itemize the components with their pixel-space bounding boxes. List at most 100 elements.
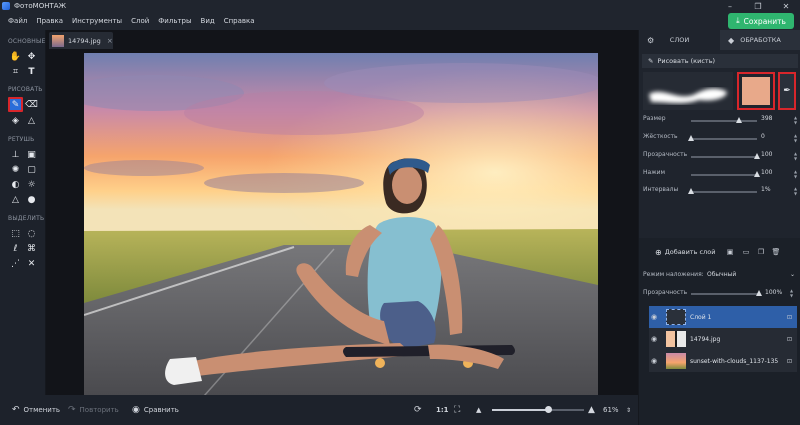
param-stepper[interactable]: ▲ ▼ [794, 186, 797, 196]
menu-view[interactable]: Вид [200, 17, 216, 25]
param-stepper[interactable]: ▲ ▼ [794, 151, 797, 161]
fit-screen-icon: ⛶ [454, 405, 461, 415]
zoom-stepper[interactable]: ⇕ [626, 403, 631, 417]
ellipse-select-icon[interactable]: ◌ [25, 227, 38, 240]
add-layer-label: Добавить слой [664, 248, 716, 256]
actual-size-button[interactable]: 1:1 [436, 403, 449, 417]
sun-tool-icon[interactable]: ☼ [25, 178, 38, 191]
param-value[interactable]: 1% [761, 186, 791, 197]
param-value[interactable]: 100 [761, 169, 791, 180]
param-slider-knob[interactable] [688, 135, 694, 141]
param-slider-knob[interactable] [735, 117, 742, 123]
lock-icon[interactable]: ⊡ [787, 336, 797, 343]
compare-button[interactable]: ◉ Сравнить [132, 403, 179, 417]
magic-wand-icon[interactable]: ✕ [25, 257, 38, 270]
menu-layer[interactable]: Слой [130, 17, 150, 25]
layer-row[interactable]: ◉ Слой 1 ⊡ [649, 306, 797, 328]
photo-canvas[interactable] [84, 53, 598, 396]
maximize-button[interactable]: ❐ [744, 0, 772, 12]
param-value[interactable]: 100 [761, 151, 791, 162]
shapes-tool-icon[interactable]: △ [25, 114, 38, 127]
eraser-tool-icon[interactable]: ⌫ [25, 98, 38, 111]
lock-icon[interactable]: ⊡ [787, 358, 797, 365]
param-slider[interactable] [688, 135, 757, 141]
param-slider-knob[interactable] [688, 188, 694, 194]
layer-row[interactable]: ◉ sunset-with-clouds_1137-135 ⊡ [649, 350, 797, 372]
folder-icon[interactable]: ▭ [741, 247, 751, 257]
brush-preview [643, 72, 733, 110]
redo-button[interactable]: ↷ Повторить [68, 403, 119, 417]
healing-tool-icon[interactable]: ▢ [25, 163, 38, 176]
rotate-button[interactable]: ⟳ [414, 403, 426, 417]
minimize-button[interactable]: – [716, 0, 744, 12]
zoom-slider-knob[interactable] [544, 406, 552, 413]
layer-row[interactable]: ◉ 14794.jpg ⊡ [649, 328, 797, 350]
eyedropper-button[interactable]: ✒ [778, 72, 796, 110]
param-label: Нажим [643, 169, 666, 176]
text-tool-icon[interactable]: T [25, 65, 38, 78]
menu-help[interactable]: Справка [223, 17, 256, 25]
tab-processing[interactable]: ◆ ОБРАБОТКА [720, 30, 800, 50]
menu-edit[interactable]: Правка [35, 17, 64, 25]
zoom-in-icon[interactable]: ▲ [588, 403, 595, 417]
param-slider-knob[interactable] [754, 153, 760, 159]
trash-icon[interactable]: 🗑 [771, 247, 781, 257]
save-button[interactable]: ⤓ Сохранить [728, 13, 794, 29]
param-stepper[interactable]: ▲ ▼ [794, 133, 797, 143]
param-slider[interactable] [691, 153, 760, 159]
menu-filters[interactable]: Фильтры [157, 17, 192, 25]
document-name: 14794.jpg [68, 36, 101, 45]
fit-screen-button[interactable]: ⛶ [454, 403, 464, 417]
plus-circle-icon: ⊕ [655, 247, 662, 257]
close-tab-icon[interactable]: × [107, 37, 113, 45]
menu-tools[interactable]: Инструменты [71, 17, 123, 25]
close-button[interactable]: ✕ [772, 0, 800, 12]
zoom-slider[interactable] [492, 406, 584, 413]
duplicate-icon[interactable]: ❐ [756, 247, 766, 257]
zoom-out-icon[interactable]: ▲ [476, 403, 481, 417]
patch-tool-icon[interactable]: ▣ [25, 148, 38, 161]
tab-layers[interactable]: ⚙ СЛОИ [639, 30, 720, 50]
drop-tool-icon[interactable]: ● [25, 193, 38, 206]
brush-tool-icon[interactable]: ✎ [8, 97, 23, 112]
brush-color-swatch[interactable] [737, 72, 775, 110]
undo-button[interactable]: ↶ Отменить [12, 403, 60, 417]
blend-mode-select[interactable]: Обычный ⌄ [705, 268, 797, 280]
stamp-tool-icon[interactable]: ⊥ [9, 148, 22, 161]
hand-tool-icon[interactable]: ✋ [9, 50, 22, 63]
crop-tool-icon[interactable]: ⌗ [9, 65, 22, 78]
sharpen-tool-icon[interactable]: △ [9, 193, 22, 206]
dodge-tool-icon[interactable]: ◐ [9, 178, 22, 191]
rect-select-icon[interactable]: ⬚ [9, 227, 22, 240]
image-layer-icon[interactable]: ▣ [725, 247, 735, 257]
lock-icon[interactable]: ⊡ [787, 314, 797, 321]
move-tool-icon[interactable]: ✥ [25, 50, 38, 63]
tab-processing-label: ОБРАБОТКА [740, 36, 781, 44]
param-slider[interactable] [691, 117, 757, 123]
document-tab[interactable]: 14794.jpg × [49, 32, 113, 49]
eye-icon[interactable]: ◉ [651, 335, 665, 343]
magic-select-icon[interactable]: ⋰ [9, 257, 22, 270]
param-label: Прозрачность [643, 151, 688, 158]
param-slider[interactable] [688, 188, 757, 194]
lasso-tool-icon[interactable]: ℓ [9, 242, 22, 255]
menu-bar: Файл Правка Инструменты Слой Фильтры Вид… [0, 12, 800, 30]
fill-tool-icon[interactable]: ◈ [9, 114, 22, 127]
eye-icon[interactable]: ◉ [651, 357, 665, 365]
add-layer-button[interactable]: ⊕ Добавить слой [655, 246, 715, 258]
layer-thumbnail [666, 331, 686, 347]
param-value[interactable]: 0 [761, 133, 791, 144]
polygon-lasso-icon[interactable]: ⌘ [25, 242, 38, 255]
layer-opacity-stepper[interactable]: ▲ ▼ [790, 288, 793, 298]
layer-opacity-label: Прозрачность [643, 289, 688, 296]
param-slider-knob[interactable] [754, 171, 760, 177]
param-value[interactable]: 398 [761, 115, 791, 126]
layer-opacity-knob[interactable] [756, 290, 762, 296]
menu-file[interactable]: Файл [7, 17, 28, 25]
layer-opacity-slider[interactable] [691, 290, 762, 296]
param-stepper[interactable]: ▲ ▼ [794, 169, 797, 179]
param-slider[interactable] [691, 171, 760, 177]
eye-icon[interactable]: ◉ [651, 313, 665, 321]
param-stepper[interactable]: ▲ ▼ [794, 115, 797, 125]
blur-tool-icon[interactable]: ✺ [9, 163, 22, 176]
